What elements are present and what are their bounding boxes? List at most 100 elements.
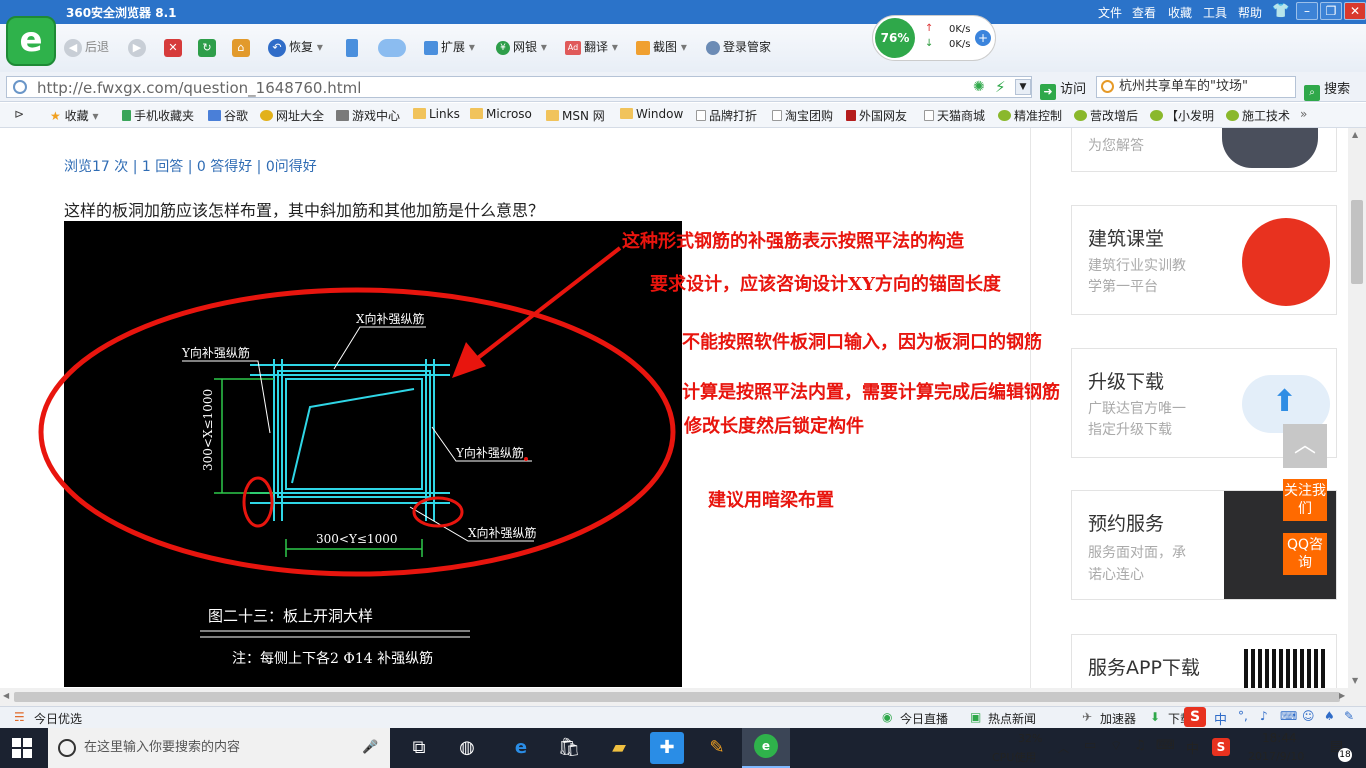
sogou-ime-icon[interactable]: S	[1184, 707, 1206, 727]
ime-chinese-icon[interactable]: 中	[1214, 709, 1227, 728]
chat-icon	[1226, 110, 1239, 121]
bookmark-item[interactable]: 营改增后	[1074, 107, 1138, 124]
sidebar-card-app[interactable]: 服务APP下载	[1071, 634, 1337, 689]
skin-icon[interactable]: 👕	[1272, 3, 1289, 19]
back-to-top-button[interactable]: ︿	[1283, 424, 1327, 468]
home-button[interactable]: ⌂	[232, 37, 253, 57]
active-browser-task[interactable]: e	[742, 728, 790, 768]
sidebar-card-course[interactable]: 建筑课堂 建筑行业实训教 学第一平台	[1071, 205, 1337, 315]
url-text[interactable]: http://e.fwxgx.com/question_1648760.html	[37, 79, 361, 97]
bookmark-item[interactable]: 施工技术	[1226, 107, 1290, 124]
refresh-button[interactable]: ↻	[198, 37, 219, 57]
scroll-right-icon[interactable]: ▶	[1339, 691, 1345, 700]
bookmark-item[interactable]: 外国网友	[846, 107, 907, 124]
qq-consult-button[interactable]: QQ咨询	[1283, 533, 1327, 575]
volume-icon[interactable]: ♫	[1134, 738, 1146, 753]
menu-favorites[interactable]: 收藏	[1168, 4, 1192, 21]
restore-tab-button[interactable]: ↶ 恢复 ▾	[268, 37, 323, 57]
bookmark-folder[interactable]: Links	[413, 107, 460, 121]
translate-button[interactable]: Ad 翻译 ▾	[565, 37, 618, 57]
screenshot-button[interactable]: 截图 ▾	[636, 37, 687, 57]
scroll-down-icon[interactable]: ▼	[1352, 676, 1358, 685]
memory-percent: 76%	[875, 18, 915, 58]
restore-button[interactable]: ❐	[1320, 2, 1342, 20]
battery-icon[interactable]: ▭	[1084, 738, 1096, 753]
bookmark-folder[interactable]: Microso	[470, 107, 532, 121]
bookmark-item[interactable]: 【小发明	[1150, 107, 1214, 124]
card-title: 预约服务	[1088, 513, 1165, 535]
bookmark-favorites[interactable]: ★ 收藏 ▾	[50, 107, 98, 124]
bookmark-folder[interactable]: MSN 网	[546, 107, 605, 124]
browser-logo-icon[interactable]: e	[6, 16, 56, 66]
clock-time[interactable]: 18:44	[1262, 731, 1297, 745]
tray-expand-icon[interactable]: ︿	[1058, 740, 1069, 756]
keyboard-icon[interactable]: ⌨	[1280, 709, 1297, 723]
ime-indicator[interactable]: 中	[1186, 738, 1199, 757]
status-news[interactable]: 热点新闻	[988, 710, 1036, 727]
today-picks[interactable]: 今日优选	[34, 710, 82, 727]
plus-icon[interactable]: +	[975, 30, 991, 46]
menu-tools[interactable]: 工具	[1203, 4, 1227, 21]
stop-button[interactable]: ✕	[164, 37, 185, 57]
notes-app-icon[interactable]: ✎	[700, 732, 734, 764]
netbank-button[interactable]: ¥ 网银 ▾	[496, 37, 547, 57]
search-input[interactable]: 杭州共享单车的"坟场"	[1096, 76, 1296, 98]
microphone-icon[interactable]: 🎤	[362, 728, 378, 768]
sidebar-toggle-icon[interactable]: ⊳	[14, 107, 24, 121]
bookmark-item[interactable]: 品牌打折	[696, 107, 757, 124]
network-speed-widget[interactable]: 76% ↑ ↓ 0K/s 0K/s +	[872, 15, 996, 61]
punct-icon[interactable]: °,	[1238, 709, 1248, 723]
search-button[interactable]: ⌕ 搜索	[1304, 78, 1350, 101]
bookmark-item[interactable]: 游戏中心	[336, 107, 400, 124]
scroll-up-icon[interactable]: ▲	[1352, 130, 1358, 139]
shirt-icon[interactable]: ♠	[1324, 709, 1335, 723]
store-icon[interactable]: 🛍	[552, 732, 586, 764]
bookmark-item[interactable]: 淘宝团购	[772, 107, 833, 124]
minimize-button[interactable]: –	[1296, 2, 1318, 20]
touch-keyboard-icon[interactable]: ⌨	[1156, 738, 1175, 753]
app-plus-icon[interactable]: ✚	[650, 732, 684, 764]
file-explorer-icon[interactable]: ▰	[602, 732, 636, 764]
bookmark-item[interactable]: 精准控制	[998, 107, 1062, 124]
menu-file[interactable]: 文件	[1098, 4, 1122, 21]
lightning-icon[interactable]: ⚡	[995, 78, 1006, 96]
sogou-tray-icon[interactable]: S	[1212, 738, 1230, 756]
bookmark-item[interactable]: 网址大全	[260, 107, 324, 124]
horizontal-scroll-thumb[interactable]	[14, 692, 1340, 702]
browser-app-icon[interactable]: ◍	[450, 732, 484, 764]
extend-button[interactable]: 扩展 ▾	[424, 37, 475, 57]
visit-button[interactable]: ➜ 访问	[1040, 78, 1086, 100]
more-bookmarks-icon[interactable]: »	[1300, 107, 1307, 121]
bookmark-item[interactable]: 手机收藏夹	[122, 107, 194, 124]
status-live[interactable]: 今日直播	[900, 710, 948, 727]
forward-button[interactable]: ▶	[128, 37, 149, 57]
vertical-scroll-thumb[interactable]	[1351, 200, 1363, 284]
menu-help[interactable]: 帮助	[1238, 4, 1262, 21]
tools-icon[interactable]: ✎	[1344, 709, 1354, 723]
wifi-icon[interactable]: ⌔	[1110, 738, 1122, 754]
task-view-icon[interactable]: ⧉	[402, 732, 436, 764]
user-icon[interactable]: ☺	[1302, 709, 1315, 723]
windows-start-icon[interactable]	[12, 738, 32, 758]
bookmark-folder[interactable]: Window	[620, 107, 683, 121]
clock-date[interactable]: 2017/9/10	[1248, 750, 1304, 763]
follow-us-button[interactable]: 关注我们	[1283, 479, 1327, 521]
scroll-left-icon[interactable]: ◀	[3, 691, 9, 700]
close-button[interactable]: ✕	[1344, 2, 1366, 20]
address-bar[interactable]: http://e.fwxgx.com/question_1648760.html…	[6, 76, 1032, 98]
bookmark-item[interactable]: 天猫商城	[924, 107, 985, 124]
search-icon: ⌕	[1304, 85, 1320, 101]
360-browser-icon: e	[754, 734, 778, 758]
edge-icon[interactable]: e	[504, 732, 538, 764]
status-accelerator[interactable]: 加速器	[1100, 710, 1136, 727]
back-button[interactable]: ◀ 后退	[64, 37, 109, 57]
phone-button[interactable]	[346, 37, 361, 57]
login-manager-button[interactable]: 登录管家	[706, 37, 771, 57]
cloud-button[interactable]	[378, 37, 409, 57]
taskbar-search-input[interactable]: 在这里输入你要搜索的内容 🎤	[48, 728, 390, 768]
bookmark-item[interactable]: 谷歌	[208, 107, 248, 124]
mic-icon[interactable]: ♪	[1260, 709, 1268, 723]
answer-card[interactable]: 为您解答	[1071, 128, 1337, 172]
menu-view[interactable]: 查看	[1132, 4, 1156, 21]
dropdown-icon[interactable]: ▼	[1015, 79, 1031, 95]
